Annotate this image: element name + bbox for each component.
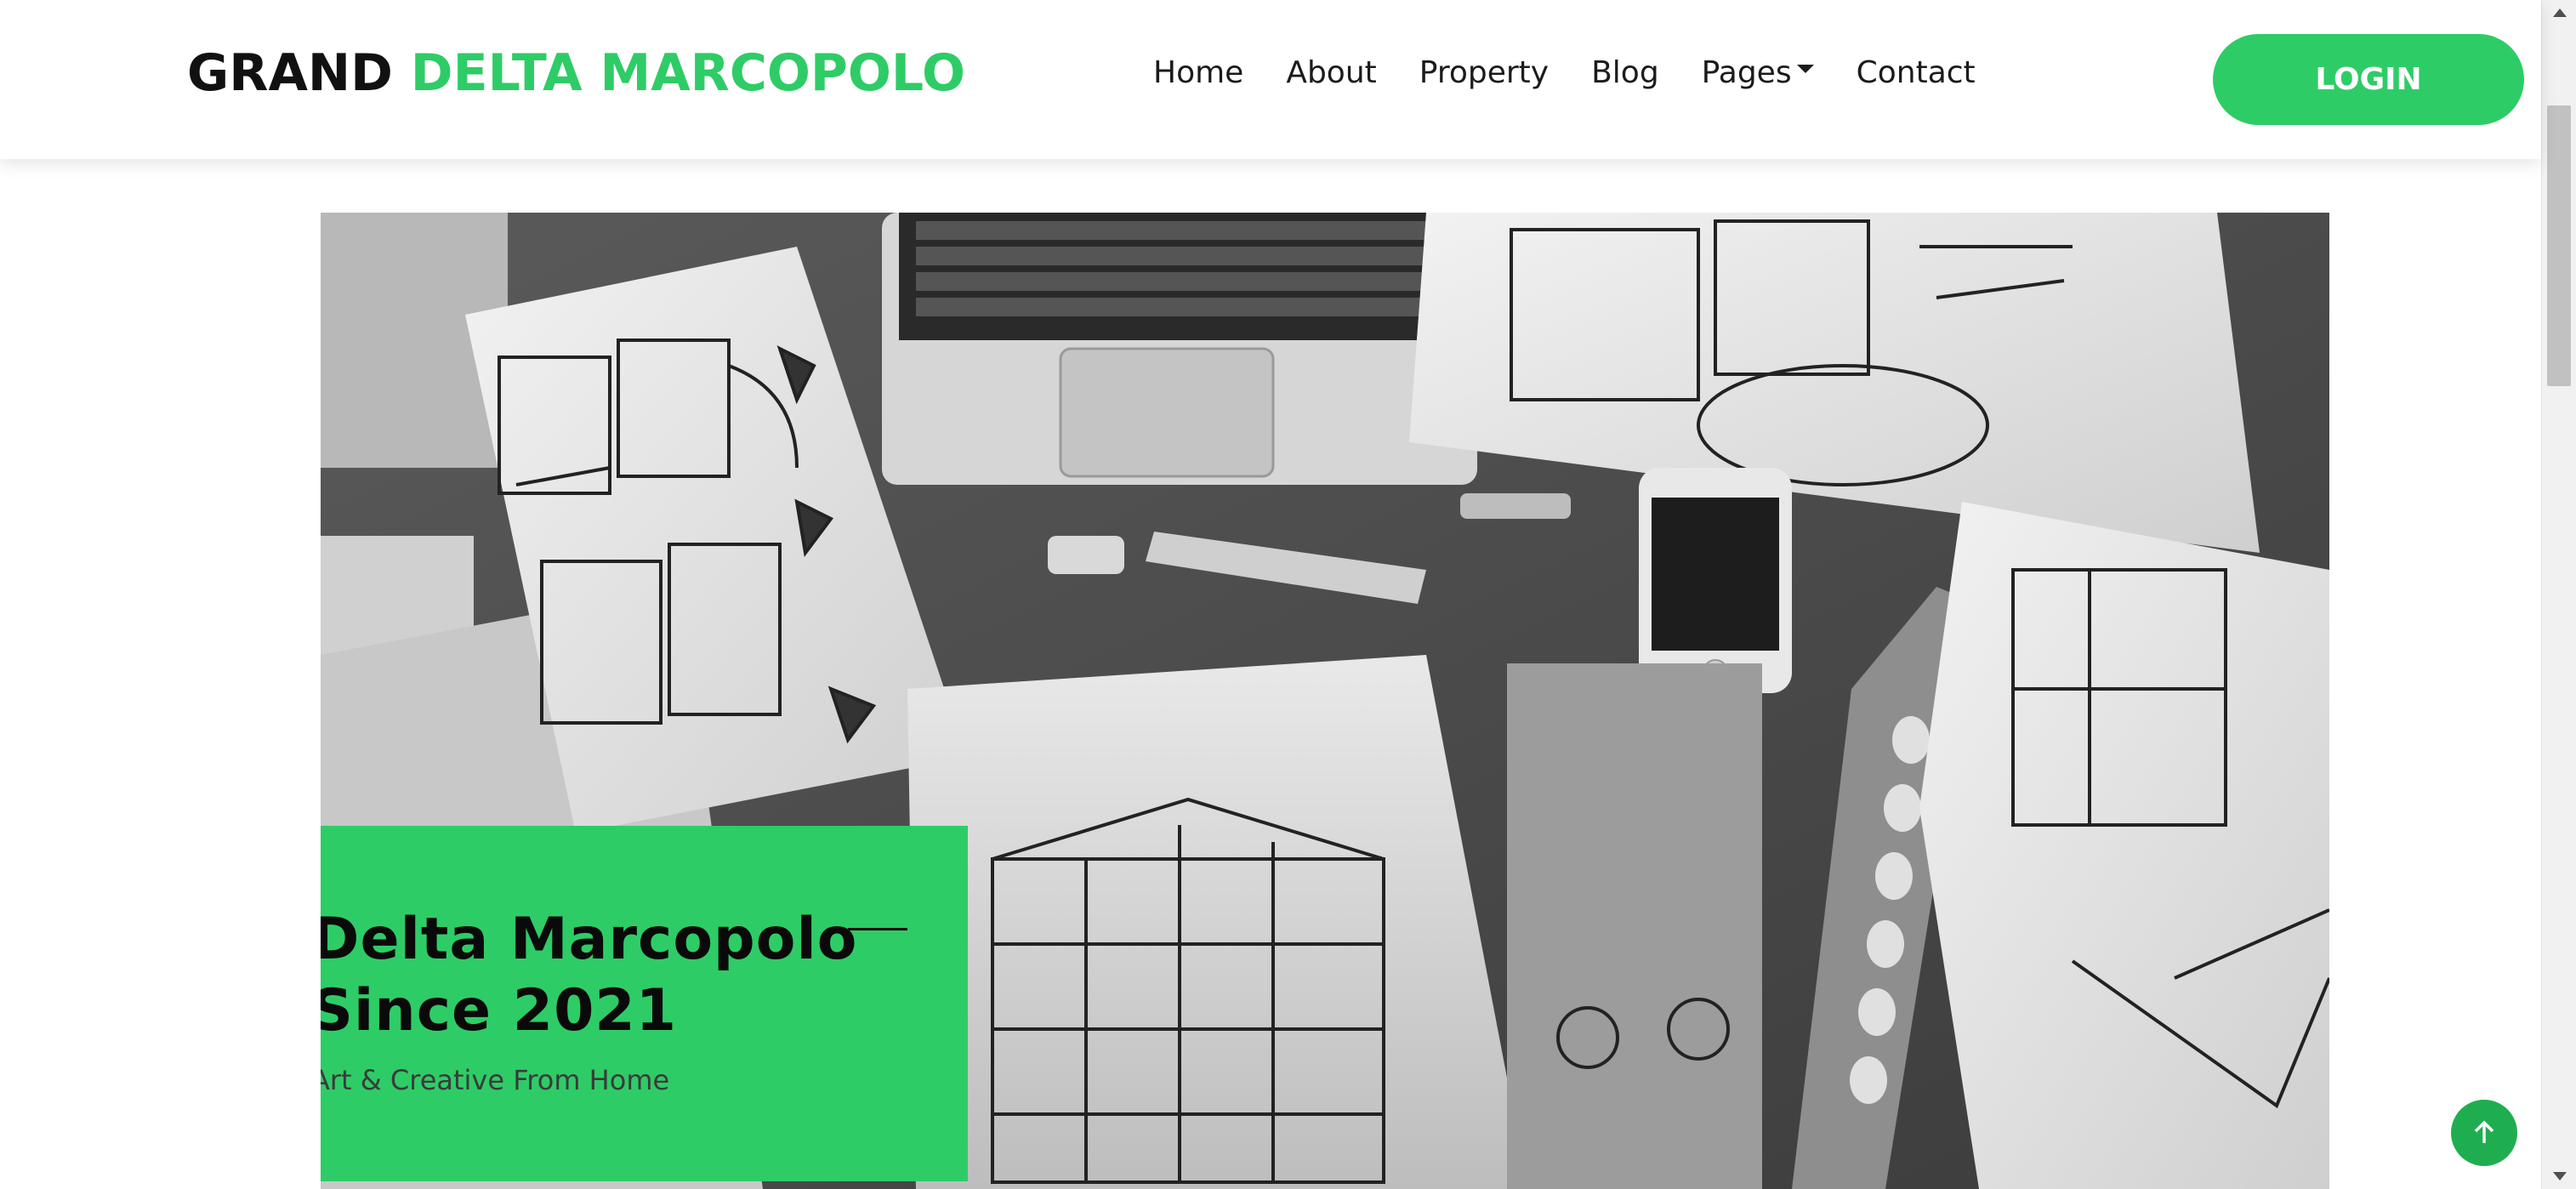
main-nav: Home About Property Blog Pages Contact <box>1153 54 2018 92</box>
scroll-down-arrow-icon[interactable] <box>2553 1172 2567 1180</box>
page-scrollbar[interactable] <box>2541 0 2576 1189</box>
brand-name-part1: GRAND <box>187 43 393 103</box>
nav-blog[interactable]: Blog <box>1591 54 1659 92</box>
arrow-up-icon <box>2474 1120 2494 1143</box>
caret-down-icon <box>1796 65 1814 73</box>
nav-contact[interactable]: Contact <box>1857 54 1976 92</box>
brand-logo[interactable]: GRAND DELTA MARCOPOLO <box>187 48 965 99</box>
hero-caption-box: Delta Marcopolo Since 2021 Art & Creativ… <box>321 826 968 1181</box>
nav-about[interactable]: About <box>1286 54 1376 92</box>
title-underline <box>848 928 907 930</box>
scroll-up-arrow-icon[interactable] <box>2553 9 2567 17</box>
scroll-to-top-button[interactable] <box>2451 1100 2517 1166</box>
hero-image: Delta Marcopolo Since 2021 Art & Creativ… <box>321 213 2329 1189</box>
hero-subtitle: Art & Creative From Home <box>321 1064 670 1096</box>
nav-property[interactable]: Property <box>1419 54 1549 92</box>
navbar: GRAND DELTA MARCOPOLO Home About Propert… <box>0 0 2541 159</box>
nav-home[interactable]: Home <box>1153 54 1243 92</box>
hero-title: Delta Marcopolo Since 2021 <box>321 906 858 1044</box>
nav-pages-label: Pages <box>1701 55 1792 90</box>
nav-pages-dropdown[interactable]: Pages <box>1702 54 1814 92</box>
brand-name-part2: DELTA MARCOPOLO <box>410 43 965 103</box>
scrollbar-thumb[interactable] <box>2547 105 2571 386</box>
login-button[interactable]: LOGIN <box>2213 34 2524 125</box>
